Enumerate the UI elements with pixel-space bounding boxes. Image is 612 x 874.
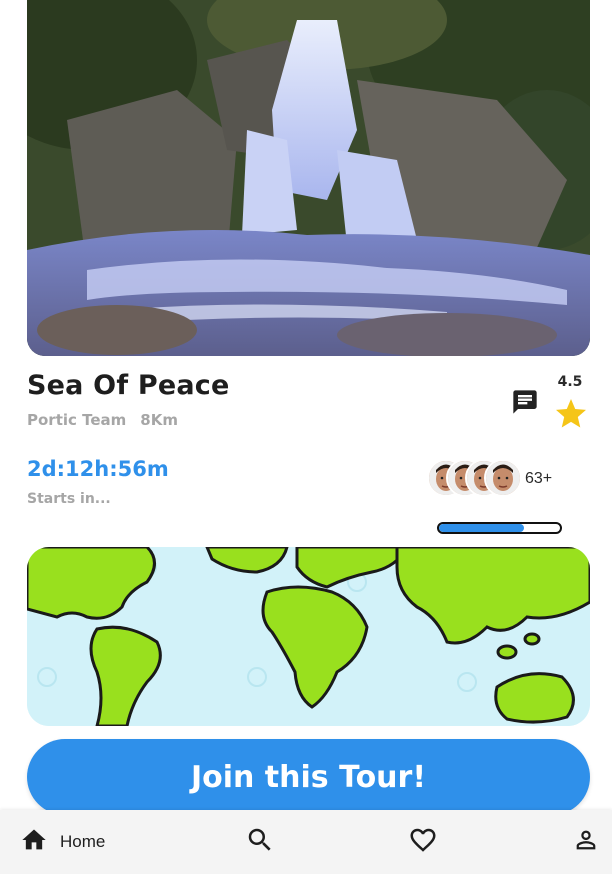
starts-label: Starts in... (27, 491, 111, 507)
tour-meta: Portic Team 8Km (27, 411, 178, 429)
capacity-progress-bar (437, 522, 562, 534)
search-icon (245, 825, 275, 860)
nav-item-profile[interactable] (572, 810, 600, 874)
route-map[interactable] (27, 547, 590, 726)
tour-hero-image (27, 0, 590, 356)
participant-avatars[interactable] (427, 459, 527, 499)
chat-icon[interactable] (511, 388, 539, 416)
participant-count: 63+ (525, 470, 553, 487)
nav-item-search[interactable] (245, 810, 275, 874)
capacity-progress-fill (439, 524, 524, 532)
tour-title: Sea Of Peace (27, 370, 230, 401)
nav-item-favorites[interactable] (408, 810, 438, 874)
tour-team: Portic Team (27, 411, 127, 429)
join-tour-button[interactable]: Join this Tour! (27, 739, 590, 815)
star-icon (553, 396, 589, 432)
tour-countdown: 2d:12h:56m (27, 457, 169, 481)
tour-distance: 8Km (140, 411, 178, 429)
bottom-navigation: Home (0, 810, 612, 874)
rating-value: 4.5 (557, 374, 583, 390)
heart-icon (408, 825, 438, 860)
avatar (484, 459, 522, 497)
home-icon (20, 826, 48, 859)
nav-home-label: Home (60, 832, 106, 851)
person-icon (572, 826, 600, 859)
nav-item-home[interactable]: Home (14, 810, 111, 874)
